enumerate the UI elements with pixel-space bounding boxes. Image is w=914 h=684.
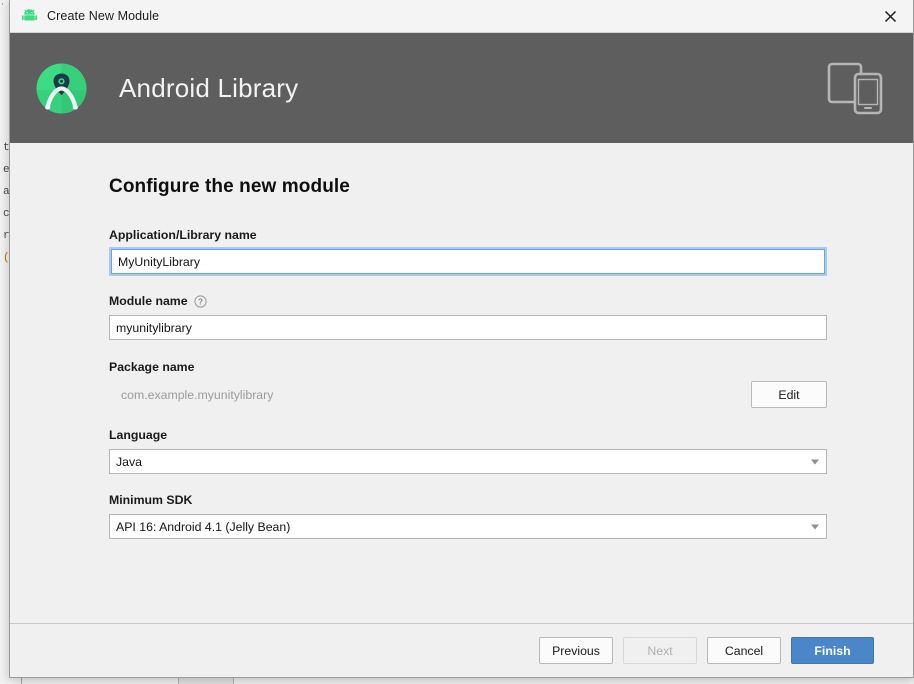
language-select-wrap: Java [109,449,827,474]
banner-title: Android Library [119,72,299,103]
edit-package-name-button[interactable]: Edit [751,381,827,408]
phone-tablet-icon [827,60,885,116]
module-name-label: Module name ? [109,294,827,308]
cancel-button[interactable]: Cancel [707,637,781,664]
previous-button[interactable]: Previous [539,637,613,664]
dialog-body: Configure the new module Application/Lib… [10,143,913,623]
next-button: Next [623,637,697,664]
dialog-footer: Previous Next Cancel Finish [10,623,913,677]
finish-button[interactable]: Finish [791,637,874,664]
field-application-library-name: Application/Library name [109,228,827,274]
language-select[interactable]: Java [109,449,827,474]
dialog-title: Create New Module [47,9,160,23]
language-selected-value: Java [116,454,142,469]
close-icon[interactable] [867,0,913,32]
close-glyph [884,10,896,22]
android-robot-icon [21,8,38,25]
field-module-name: Module name ? [109,294,827,340]
application-library-name-input[interactable] [111,249,825,274]
dialog-titlebar: Create New Module [10,0,913,33]
field-minimum-sdk: Minimum SDK API 16: Android 4.1 (Jelly B… [109,493,827,539]
package-name-row: com.example.myunitylibrary Edit [109,381,827,408]
dialog-banner: Android Library [10,33,913,143]
minimum-sdk-select-wrap: API 16: Android 4.1 (Jelly Bean) [109,514,827,539]
minimum-sdk-selected-value: API 16: Android 4.1 (Jelly Bean) [116,519,291,534]
module-name-label-text: Module name [109,294,188,308]
language-label: Language [109,428,168,442]
field-package-name: Package name com.example.myunitylibrary … [109,360,827,408]
chevron-down-icon[interactable] [811,459,819,464]
create-new-module-dialog: Create New Module Android Library Config… [9,0,914,678]
page-title: Configure the new module [109,176,350,197]
minimum-sdk-select[interactable]: API 16: Android 4.1 (Jelly Bean) [109,514,827,539]
application-library-name-label: Application/Library name [109,228,257,242]
help-circle-icon[interactable]: ? [193,294,207,308]
package-name-label: Package name [109,360,195,374]
android-studio-logo [33,60,90,117]
chevron-down-icon[interactable] [811,524,819,529]
minimum-sdk-label: Minimum SDK [109,493,193,507]
package-name-value: com.example.myunitylibrary [121,387,274,402]
svg-text:?: ? [198,297,203,306]
field-language: Language Java [109,428,827,474]
module-name-input[interactable] [109,315,827,340]
